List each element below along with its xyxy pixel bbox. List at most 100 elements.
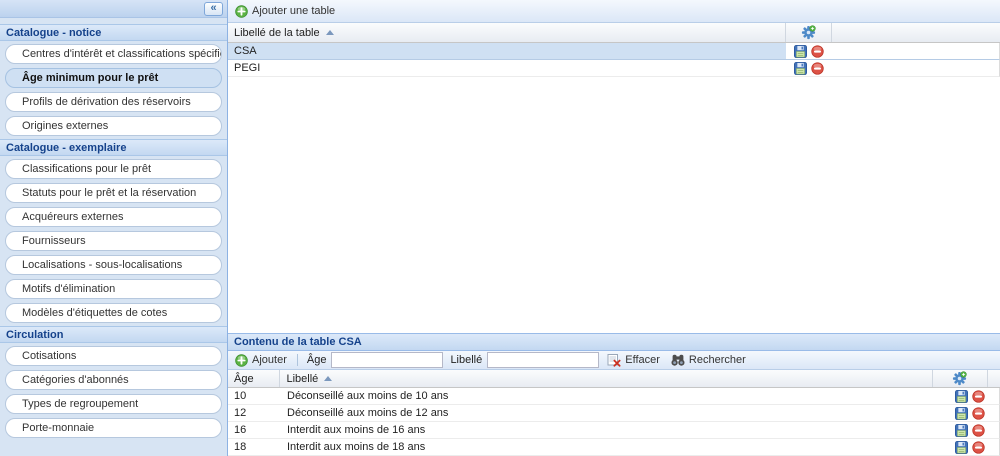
sidebar-section-header: Circulation [0, 326, 227, 343]
table-row[interactable]: PEGI [228, 60, 1000, 77]
save-icon[interactable] [955, 390, 968, 403]
sidebar: « Catalogue - notice Centres d'intérêt e… [0, 0, 228, 456]
age-value: 16 [234, 424, 246, 436]
sidebar-item[interactable]: Localisations - sous-localisations [5, 255, 222, 275]
content-row[interactable]: 10 Déconseillé aux moins de 10 ans [228, 388, 1000, 405]
sidebar-section: Catalogue - notice Centres d'intérêt et … [0, 24, 227, 139]
add-table-button[interactable]: Ajouter une table [232, 4, 338, 19]
column-header-actions[interactable] [786, 23, 832, 42]
save-icon[interactable] [955, 407, 968, 420]
sidebar-section-title: Circulation [6, 329, 63, 341]
content-panel-header: Contenu de la table CSA [228, 333, 1000, 351]
tables-toolbar: Ajouter une table [228, 0, 1000, 23]
save-icon[interactable] [955, 441, 968, 454]
libelle-value: Déconseillé aux moins de 12 ans [287, 407, 448, 419]
column-header-filler [988, 370, 1000, 387]
sidebar-item-label: Profils de dérivation des réservoirs [22, 96, 191, 108]
sidebar-item[interactable]: Motifs d'élimination [5, 279, 222, 299]
empty-area [228, 77, 1000, 333]
sidebar-section-header: Catalogue - notice [0, 24, 227, 41]
sidebar-item-label: Catégories d'abonnés [22, 374, 129, 386]
sidebar-item-label: Fournisseurs [22, 235, 86, 247]
sidebar-item-label: Porte-monnaie [22, 422, 94, 434]
sidebar-topbar: « [0, 0, 227, 18]
age-filter-label: Âge [307, 354, 327, 366]
column-header-actions[interactable] [933, 370, 988, 387]
sidebar-section-header: Catalogue - exemplaire [0, 139, 227, 156]
sidebar-item-label: Types de regroupement [22, 398, 138, 410]
sidebar-item[interactable]: Cotisations [5, 346, 222, 366]
libelle-filter-input[interactable] [487, 352, 599, 368]
add-entry-button[interactable]: Ajouter [232, 353, 290, 368]
sidebar-item[interactable]: Porte-monnaie [5, 418, 222, 438]
binoculars-icon [671, 353, 685, 367]
delete-icon[interactable] [972, 390, 985, 403]
age-value: 12 [234, 407, 246, 419]
sidebar-section: Circulation Cotisations Catégories d'abo… [0, 326, 227, 441]
sidebar-item-label: Cotisations [22, 350, 76, 362]
content-grid-body: 10 Déconseillé aux moins de 10 ans 12 Dé… [228, 388, 1000, 456]
sidebar-item-label: Classifications pour le prêt [22, 163, 151, 175]
content-row[interactable]: 12 Déconseillé aux moins de 12 ans [228, 405, 1000, 422]
tables-grid-header: Libellé de la table [228, 23, 1000, 43]
sidebar-item[interactable]: Classifications pour le prêt [5, 159, 222, 179]
table-row[interactable]: CSA [228, 43, 1000, 60]
column-header-libelle[interactable]: Libellé [280, 370, 932, 387]
sort-asc-icon [324, 376, 332, 381]
age-value: 18 [234, 441, 246, 453]
sidebar-item[interactable]: Catégories d'abonnés [5, 370, 222, 390]
age-filter-input[interactable] [331, 352, 443, 368]
sidebar-item-label: Statuts pour le prêt et la réservation [22, 187, 196, 199]
sidebar-item-label: Localisations - sous-localisations [22, 259, 182, 271]
save-icon[interactable] [955, 424, 968, 437]
add-icon [235, 5, 248, 18]
table-name: CSA [234, 45, 257, 57]
sidebar-item-label: Âge minimum pour le prêt [22, 72, 158, 84]
age-value: 10 [234, 390, 246, 402]
sort-asc-icon [326, 30, 334, 35]
sidebar-item-label: Centres d'intérêt et classifications spé… [22, 48, 222, 60]
column-header-libelle-table[interactable]: Libellé de la table [228, 23, 786, 42]
libelle-filter-label: Libellé [450, 354, 482, 366]
clear-button[interactable]: Effacer [604, 352, 663, 368]
search-label: Rechercher [689, 354, 746, 366]
toolbar-separator [297, 354, 298, 366]
save-icon[interactable] [794, 62, 807, 75]
sidebar-item-label: Motifs d'élimination [22, 283, 115, 295]
sidebar-item[interactable]: Acquéreurs externes [5, 207, 222, 227]
sidebar-item-label: Acquéreurs externes [22, 211, 124, 223]
add-icon [235, 354, 248, 367]
column-header-age[interactable]: Âge [228, 370, 280, 387]
delete-icon[interactable] [972, 424, 985, 437]
sidebar-item[interactable]: Types de regroupement [5, 394, 222, 414]
sidebar-section-title: Catalogue - exemplaire [6, 142, 126, 154]
content-row[interactable]: 18 Interdit aux moins de 18 ans [228, 439, 1000, 456]
search-button[interactable]: Rechercher [668, 352, 749, 368]
add-table-label: Ajouter une table [252, 5, 335, 17]
content-toolbar: Ajouter Âge Libellé Effacer [228, 351, 1000, 370]
content-row[interactable]: 16 Interdit aux moins de 16 ans [228, 422, 1000, 439]
delete-icon[interactable] [972, 441, 985, 454]
sidebar-item-label: Origines externes [22, 120, 108, 132]
libelle-value: Interdit aux moins de 16 ans [287, 424, 425, 436]
save-icon[interactable] [794, 45, 807, 58]
sidebar-item[interactable]: Modèles d'étiquettes de cotes [5, 303, 222, 323]
app: « Catalogue - notice Centres d'intérêt e… [0, 0, 1000, 456]
sidebar-item[interactable]: Statuts pour le prêt et la réservation [5, 183, 222, 203]
content-grid-header: Âge Libellé [228, 370, 1000, 388]
sidebar-item[interactable]: Profils de dérivation des réservoirs [5, 92, 222, 112]
sidebar-item[interactable]: Origines externes [5, 116, 222, 136]
sidebar-collapse-button[interactable]: « [204, 2, 223, 16]
table-name: PEGI [234, 62, 260, 74]
add-entry-label: Ajouter [252, 354, 287, 366]
sidebar-section-title: Catalogue - notice [6, 27, 101, 39]
delete-icon[interactable] [811, 45, 824, 58]
sidebar-section: Catalogue - exemplaire Classifications p… [0, 139, 227, 326]
sidebar-item[interactable]: Fournisseurs [5, 231, 222, 251]
delete-icon[interactable] [972, 407, 985, 420]
delete-icon[interactable] [811, 62, 824, 75]
sidebar-item[interactable]: Âge minimum pour le prêt [5, 68, 222, 88]
sidebar-item[interactable]: Centres d'intérêt et classifications spé… [5, 44, 222, 64]
gear-icon [952, 371, 967, 386]
content-panel-title: Contenu de la table CSA [234, 336, 362, 348]
